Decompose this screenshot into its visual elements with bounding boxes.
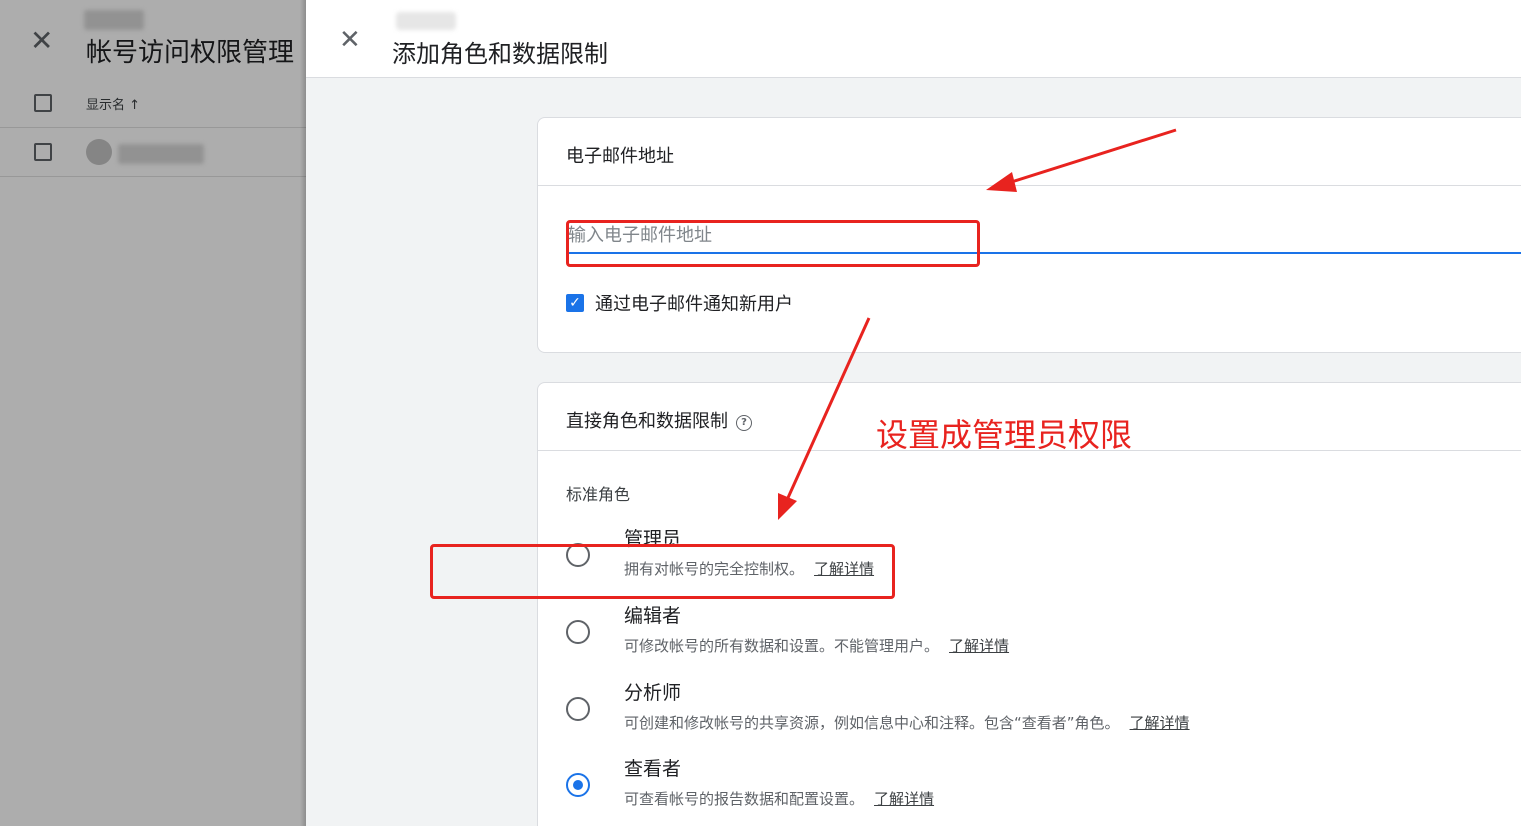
arrow-head-admin [778, 493, 797, 520]
arrow-head-email [986, 172, 1017, 192]
annotation-arrows [778, 128, 1177, 520]
arrow-line-admin [785, 317, 871, 501]
arrow-line-email [1004, 128, 1177, 186]
